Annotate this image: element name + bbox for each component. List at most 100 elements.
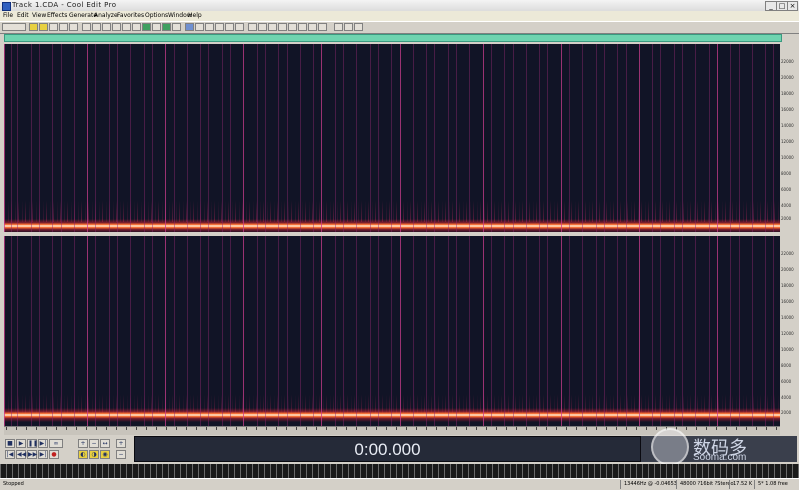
ruler-tick — [686, 427, 687, 430]
delete-silence-button[interactable] — [152, 23, 161, 31]
mix-paste-button[interactable] — [132, 23, 141, 31]
watermark-text-en: Sooma.com — [693, 452, 747, 463]
ruler-tick — [646, 427, 647, 430]
spectral-transient — [708, 236, 710, 426]
ruler-tick — [536, 427, 537, 430]
fast-forward-button[interactable]: ▶▶ — [27, 450, 37, 459]
spectral-transient — [173, 236, 175, 426]
spectral-transient — [660, 236, 662, 426]
spectral-transient — [682, 236, 683, 426]
ruler-tick — [366, 427, 367, 430]
ruler-tick — [106, 427, 107, 430]
settings-button[interactable] — [258, 23, 267, 31]
app-icon — [2, 2, 11, 11]
menu-generate[interactable]: Generate — [69, 12, 97, 19]
zoom-out-vertical-button[interactable]: − — [116, 450, 126, 459]
multitrack-view-button[interactable] — [344, 23, 353, 31]
overview-bar[interactable] — [4, 34, 782, 42]
zoom-full-button[interactable]: ↔ — [100, 439, 110, 448]
cd-view-button[interactable] — [354, 23, 363, 31]
trim-button[interactable] — [142, 23, 151, 31]
zoom-left-button[interactable]: ◐ — [78, 450, 88, 459]
menu-edit[interactable]: Edit — [17, 12, 29, 19]
loop-button[interactable] — [172, 23, 181, 31]
spectral-transient — [165, 236, 167, 426]
spectral-transient — [299, 236, 301, 426]
ruler-tick — [16, 427, 17, 430]
record-button[interactable]: ● — [49, 450, 59, 459]
ruler-tick — [56, 427, 57, 430]
zoom-out-horizontal-button[interactable]: − — [89, 439, 99, 448]
hz-label: 2000 — [781, 410, 792, 415]
zoom-in-horizontal-button[interactable]: + — [78, 439, 88, 448]
close-file-button[interactable] — [69, 23, 78, 31]
menu-analyze[interactable]: Analyze — [94, 12, 118, 19]
menu-help[interactable]: Help — [188, 12, 202, 19]
spectral-transient — [730, 236, 732, 426]
toggle-view-button[interactable] — [2, 23, 26, 31]
ruler-tick — [36, 427, 37, 430]
open-file-button[interactable] — [39, 23, 48, 31]
spectral-transient — [569, 44, 570, 232]
redo-button[interactable] — [92, 23, 101, 31]
go-to-end-button[interactable]: ▶| — [38, 450, 48, 459]
menu-favorites[interactable]: Favorites — [117, 12, 144, 19]
hz-label: 22000 — [781, 251, 794, 256]
frequency-button[interactable] — [298, 23, 307, 31]
spectral-transient — [560, 236, 562, 426]
selection-view-panel: 数码多 Sooma.com — [641, 428, 797, 466]
new-file-button[interactable] — [29, 23, 38, 31]
spectral-view-right-channel[interactable] — [4, 236, 780, 426]
menu-effects[interactable]: Effects — [47, 12, 67, 19]
info-button[interactable] — [205, 23, 214, 31]
spectral-view-left-channel[interactable] — [4, 44, 780, 232]
pause-button[interactable]: ❚❚ — [27, 439, 38, 448]
help-button[interactable] — [318, 23, 327, 31]
rewind-button[interactable]: ◀◀ — [16, 450, 26, 459]
zoom-in-vertical-button[interactable]: + — [116, 439, 126, 448]
spectral-transient — [447, 236, 449, 426]
metronome-button[interactable] — [268, 23, 277, 31]
playlist-button[interactable] — [235, 23, 244, 31]
spectral-view-button[interactable] — [195, 23, 204, 31]
zoom-selection-button[interactable]: ◉ — [100, 450, 110, 459]
spectral-transient — [264, 44, 266, 232]
record-mode-button[interactable] — [248, 23, 257, 31]
undo-button[interactable] — [82, 23, 91, 31]
spectral-transient — [456, 44, 457, 232]
menu-file[interactable]: File — [3, 12, 13, 19]
menu-options[interactable]: Options — [145, 12, 168, 19]
paste-button[interactable] — [122, 23, 131, 31]
statistics-button[interactable] — [308, 23, 317, 31]
snap-button[interactable] — [162, 23, 171, 31]
close-button[interactable]: × — [787, 1, 798, 11]
ruler-tick — [456, 427, 457, 430]
analyze-button[interactable] — [288, 23, 297, 31]
hz-label: 20000 — [781, 75, 794, 80]
ruler-tick — [296, 427, 297, 430]
save-as-button[interactable] — [59, 23, 68, 31]
cue-list-button[interactable] — [225, 23, 234, 31]
scripts-button[interactable] — [278, 23, 287, 31]
zoom-right-button[interactable]: ◑ — [89, 450, 99, 459]
ruler-tick — [426, 427, 427, 430]
stop-button[interactable]: ■ — [5, 439, 15, 448]
waveform-view-button[interactable] — [185, 23, 194, 31]
go-to-start-button[interactable]: |◀ — [5, 450, 15, 459]
save-button[interactable] — [49, 23, 58, 31]
loop-play-button[interactable]: ∞ — [49, 439, 63, 448]
play-to-end-button[interactable]: ▶| — [38, 439, 48, 448]
spectral-transient — [52, 236, 54, 426]
marker-button[interactable] — [215, 23, 224, 31]
copy-button[interactable] — [112, 23, 121, 31]
play-button[interactable]: ▶ — [16, 439, 26, 448]
menu-view[interactable]: View — [32, 12, 46, 19]
spectral-transient — [490, 44, 492, 232]
ruler-tick — [486, 427, 487, 430]
edit-view-button[interactable] — [334, 23, 343, 31]
ruler-tick — [216, 427, 217, 430]
spectral-transient — [504, 236, 506, 426]
ruler-tick — [596, 427, 597, 430]
cut-button[interactable] — [102, 23, 111, 31]
spectral-transient — [490, 236, 492, 426]
